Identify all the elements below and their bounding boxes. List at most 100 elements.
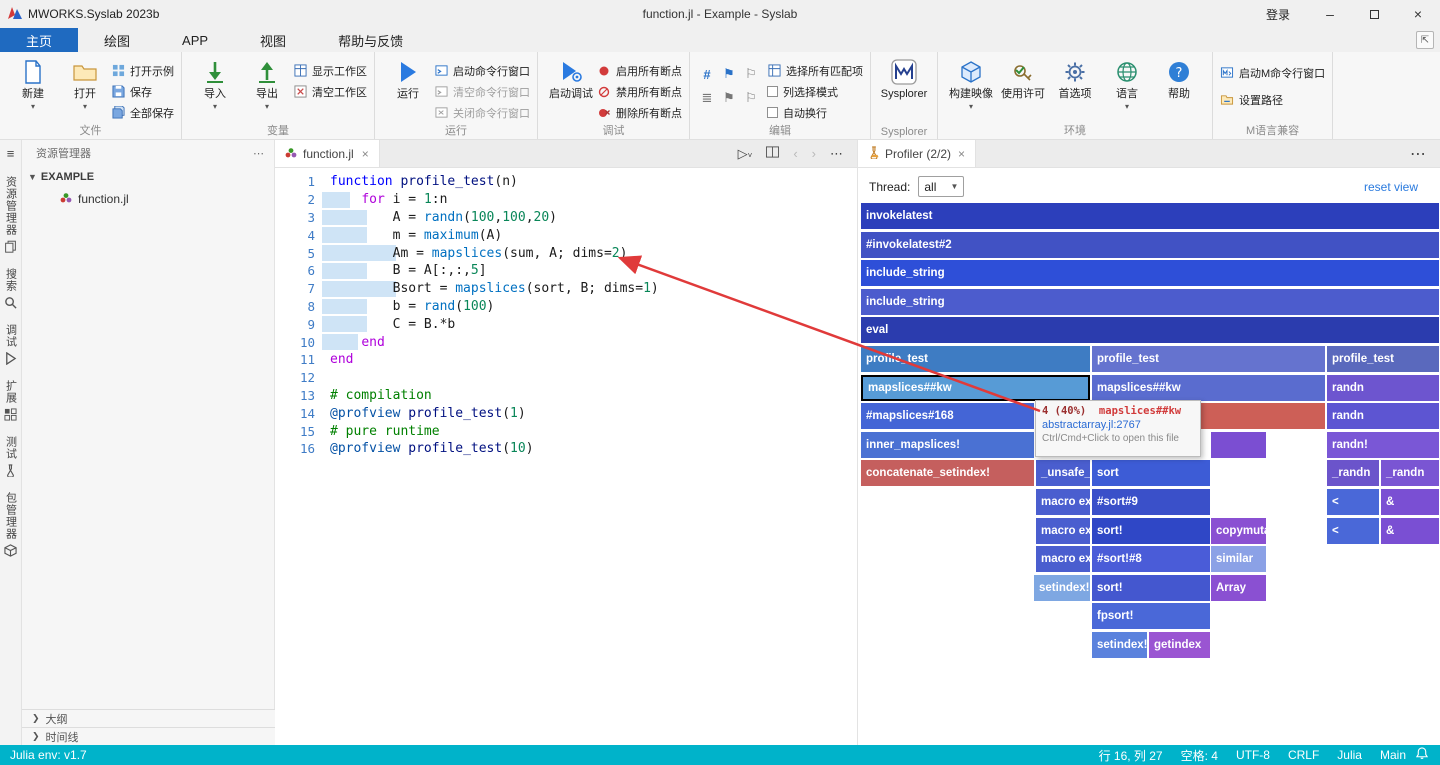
code-line-12[interactable]: 12 — [275, 369, 857, 387]
toggle-comment-icon[interactable]: # — [697, 63, 717, 85]
tooltip-file-link[interactable]: abstractarray.jl:2767 — [1042, 419, 1194, 431]
timeline-section[interactable]: ❯ 时间线 — [22, 727, 275, 745]
import-button[interactable]: 导入▾ — [189, 55, 241, 110]
new-button[interactable]: 新建▾ — [7, 55, 59, 110]
flame-bar[interactable]: profile_test — [1327, 346, 1439, 372]
flame-bar[interactable]: macro exp — [1036, 518, 1090, 544]
select-all-matches-button[interactable]: 选择所有匹配项 — [767, 61, 863, 80]
julia-env-status[interactable]: Julia env: v1.7 — [0, 748, 87, 762]
status-item-0[interactable]: 行 16, 列 27 — [1099, 747, 1163, 764]
flame-bar[interactable]: copymuta — [1211, 518, 1266, 544]
code-line-4[interactable]: 4 m = maximum(A) — [275, 226, 857, 244]
flame-bar[interactable]: < — [1327, 518, 1379, 544]
explorer-more-icon[interactable]: ⋯ — [253, 147, 264, 160]
save-button[interactable]: 保存 — [111, 82, 174, 101]
set-path-button[interactable]: 设置路径 — [1220, 90, 1325, 109]
start-m-cmd-button[interactable]: 启动M命令行窗口 — [1220, 63, 1325, 82]
format-icon[interactable]: ≣ — [697, 87, 717, 109]
clear-bookmark-icon[interactable]: ⚑ — [719, 87, 739, 109]
login-link[interactable]: 登录 — [1248, 6, 1308, 23]
close-tab-icon[interactable]: × — [956, 147, 965, 161]
flame-bar[interactable]: mapslices##kw — [861, 375, 1090, 401]
flame-bar[interactable]: getindex — [1149, 632, 1210, 658]
tab-profiler[interactable]: Profiler (2/2) × — [858, 140, 976, 167]
next-bookmark-icon[interactable]: ⚐ — [741, 87, 761, 109]
run-file-icon[interactable]: ▷˅ — [738, 146, 753, 162]
code-line-8[interactable]: 8 b = rand(100) — [275, 298, 857, 316]
license-button[interactable]: 使用许可 — [997, 55, 1049, 101]
flame-bar[interactable]: invokelatest — [861, 203, 1439, 229]
language-button[interactable]: 语言▾ — [1101, 55, 1153, 110]
ribbon-tab-2[interactable]: APP — [156, 28, 234, 52]
save-all-button[interactable]: 全部保存 — [111, 103, 174, 122]
status-item-3[interactable]: CRLF — [1288, 748, 1319, 762]
export-button[interactable]: 导出▾ — [241, 55, 293, 110]
tree-root-example[interactable]: ▼ EXAMPLE — [22, 166, 274, 188]
sidebar-item-3[interactable]: 扩展 — [3, 373, 19, 429]
flame-bar[interactable]: & — [1381, 489, 1439, 515]
flame-bar[interactable]: _randn — [1327, 460, 1379, 486]
code-line-15[interactable]: 15# pure runtime — [275, 422, 857, 440]
status-item-2[interactable]: UTF-8 — [1236, 748, 1270, 762]
sidebar-item-5[interactable]: 包管理器 — [3, 485, 19, 565]
flame-bar[interactable]: _unsafe_g — [1036, 460, 1090, 486]
preferences-button[interactable]: 首选项 — [1049, 55, 1101, 101]
flame-bar[interactable]: fpsort! — [1092, 603, 1210, 629]
flame-bar[interactable]: _randn — [1381, 460, 1439, 486]
flame-bar[interactable]: profile_test — [861, 346, 1090, 372]
code-line-13[interactable]: 13# compilation — [275, 387, 857, 405]
flame-bar[interactable]: #sort#9 — [1092, 489, 1210, 515]
code-line-6[interactable]: 6 B = A[:,:,5] — [275, 262, 857, 280]
flame-bar[interactable]: macro exp — [1036, 489, 1090, 515]
bookmark-icon[interactable]: ⚑ — [719, 63, 739, 85]
flame-bar[interactable]: sort — [1092, 460, 1210, 486]
back-icon[interactable]: ‹ — [793, 146, 797, 161]
outline-section[interactable]: ❯ 大纲 — [22, 709, 275, 727]
flame-bar[interactable]: profile_test — [1092, 346, 1325, 372]
sysplorer-button[interactable]: Sysplorer — [878, 55, 930, 101]
close-cmd-window-button[interactable]: 关闭命令行窗口 — [434, 103, 530, 122]
clear-cmd-window-button[interactable]: 清空命令行窗口 — [434, 82, 530, 101]
sidebar-item-1[interactable]: 搜索 — [3, 261, 19, 317]
build-image-button[interactable]: 构建映像▾ — [945, 55, 997, 110]
word-wrap-checkbox[interactable]: 自动换行 — [767, 103, 863, 122]
remove-breakpoints-button[interactable]: 删除所有断点 — [597, 103, 682, 122]
flame-bar[interactable]: concatenate_setindex! — [861, 460, 1034, 486]
show-workspace-button[interactable]: 显示工作区 — [293, 61, 367, 80]
enable-breakpoints-button[interactable]: 启用所有断点 — [597, 61, 682, 80]
close-button[interactable]: × — [1396, 0, 1440, 28]
start-debug-button[interactable]: 启动调试 — [545, 55, 597, 101]
code-line-9[interactable]: 9 C = B.*b — [275, 315, 857, 333]
column-select-mode-checkbox[interactable]: 列选择模式 — [767, 82, 863, 101]
ribbon-tab-3[interactable]: 视图 — [234, 28, 312, 52]
tree-item-function-jl[interactable]: function.jl — [22, 188, 274, 210]
flame-bar[interactable]: randn — [1327, 375, 1439, 401]
thread-select[interactable]: all ▼ — [918, 176, 964, 197]
flame-bar[interactable]: randn! — [1327, 432, 1439, 458]
code-line-1[interactable]: 1function profile_test(n) — [275, 173, 857, 191]
flame-bar[interactable]: eval — [861, 317, 1439, 343]
help-button[interactable]: ? 帮助 — [1153, 55, 1205, 101]
flame-bar[interactable]: setindex! — [1034, 575, 1090, 601]
flame-bar[interactable]: randn — [1327, 403, 1439, 429]
flame-bar[interactable]: < — [1327, 489, 1379, 515]
flame-bar[interactable]: #invokelatest#2 — [861, 232, 1439, 258]
code-line-7[interactable]: 7 Bsort = mapslices(sort, B; dims=1) — [275, 280, 857, 298]
tab-function-jl[interactable]: function.jl × — [275, 140, 380, 167]
maximize-button[interactable] — [1352, 0, 1396, 28]
editor[interactable]: function.jl × ▷˅ ‹ › ⋯ 1function profile… — [275, 140, 857, 745]
prev-bookmark-icon[interactable]: ⚐ — [741, 63, 761, 85]
ribbon-tab-1[interactable]: 绘图 — [78, 28, 156, 52]
flame-bar[interactable]: inner_mapslices! — [861, 432, 1034, 458]
flame-bar[interactable]: include_string — [861, 289, 1439, 315]
flame-bar[interactable]: sort! — [1092, 575, 1210, 601]
collapse-ribbon-icon[interactable]: ⇱ — [1416, 31, 1434, 49]
code-line-14[interactable]: 14@profview profile_test(1) — [275, 404, 857, 422]
code-line-2[interactable]: 2 for i = 1:n — [275, 191, 857, 209]
start-cmd-window-button[interactable]: 启动命令行窗口 — [434, 61, 530, 80]
hamburger-menu-icon[interactable]: ≡ — [7, 146, 15, 161]
code-line-5[interactable]: 5 Am = mapslices(sum, A; dims=2) — [275, 244, 857, 262]
code-line-10[interactable]: 10 end — [275, 333, 857, 351]
code-area[interactable]: 1function profile_test(n)2 for i = 1:n3 … — [275, 168, 857, 745]
sidebar-item-4[interactable]: 测试 — [3, 429, 19, 485]
